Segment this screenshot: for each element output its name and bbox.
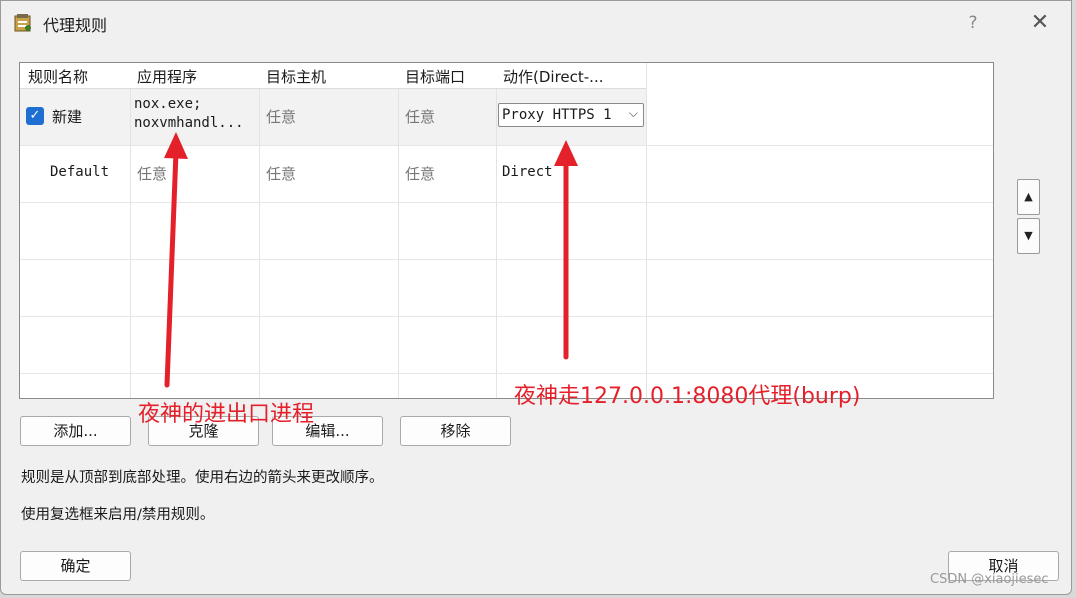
table-header: 规则名称 应用程序 目标主机 目标端口 动作(Direct-... xyxy=(20,63,646,89)
rule-app-line2: noxvmhandl... xyxy=(134,115,244,131)
rule-port: 任意 xyxy=(405,165,436,183)
window-title: 代理规则 xyxy=(43,16,108,35)
triangle-up-icon: ▲ xyxy=(1024,190,1033,203)
column-header-app[interactable]: 应用程序 xyxy=(137,66,197,87)
info-checkbox-text: 使用复选框来启用/禁用规则。 xyxy=(21,507,215,523)
annotation-right-text: 夜神走127.0.0.1:8080代理(burp) xyxy=(514,384,861,409)
proxy-rules-dialog: 代理规则 ? ✕ 规则名称 应用程序 目标主机 目标端口 动作(Direct-.… xyxy=(0,0,1072,595)
rule-app: 任意 xyxy=(137,165,168,183)
annotation-left-text: 夜神的进出口进程 xyxy=(138,402,315,427)
chevron-down-icon: ⌵ xyxy=(628,106,638,120)
move-down-button[interactable]: ▼ xyxy=(1017,218,1040,254)
move-up-button[interactable]: ▲ xyxy=(1017,179,1040,215)
rule-name: 新建 xyxy=(52,108,83,126)
triangle-down-icon: ▼ xyxy=(1024,229,1033,242)
title-bar: 代理规则 ? ✕ xyxy=(1,1,1071,45)
rule-app-line1: nox.exe; xyxy=(134,96,202,112)
action-select[interactable]: Proxy HTTPS 1 ⌵ xyxy=(498,103,644,127)
rule-name: Default xyxy=(50,164,110,180)
rules-table[interactable]: 规则名称 应用程序 目标主机 目标端口 动作(Direct-... ✓ 新建 n… xyxy=(19,62,994,399)
ok-button[interactable]: 确定 xyxy=(20,551,131,581)
rule-action: Direct xyxy=(502,164,553,180)
action-select-value: Proxy HTTPS 1 xyxy=(502,107,612,123)
rule-port: 任意 xyxy=(405,108,436,126)
close-button[interactable]: ✕ xyxy=(1023,9,1057,37)
watermark: CSDN @xiaojiesec xyxy=(930,572,1049,587)
add-button[interactable]: 添加... xyxy=(20,416,131,446)
rule-host: 任意 xyxy=(266,108,297,126)
remove-button[interactable]: 移除 xyxy=(400,416,511,446)
column-header-host[interactable]: 目标主机 xyxy=(266,66,326,87)
help-button[interactable]: ? xyxy=(959,9,987,37)
rule-host: 任意 xyxy=(266,165,297,183)
rule-enabled-checkbox[interactable]: ✓ xyxy=(26,107,44,125)
column-header-action[interactable]: 动作(Direct-... xyxy=(503,66,643,87)
column-header-port[interactable]: 目标端口 xyxy=(405,66,465,87)
column-header-name[interactable]: 规则名称 xyxy=(28,66,88,87)
info-order-text: 规则是从顶部到底部处理。使用右边的箭头来更改顺序。 xyxy=(21,470,384,486)
app-icon xyxy=(13,13,33,33)
